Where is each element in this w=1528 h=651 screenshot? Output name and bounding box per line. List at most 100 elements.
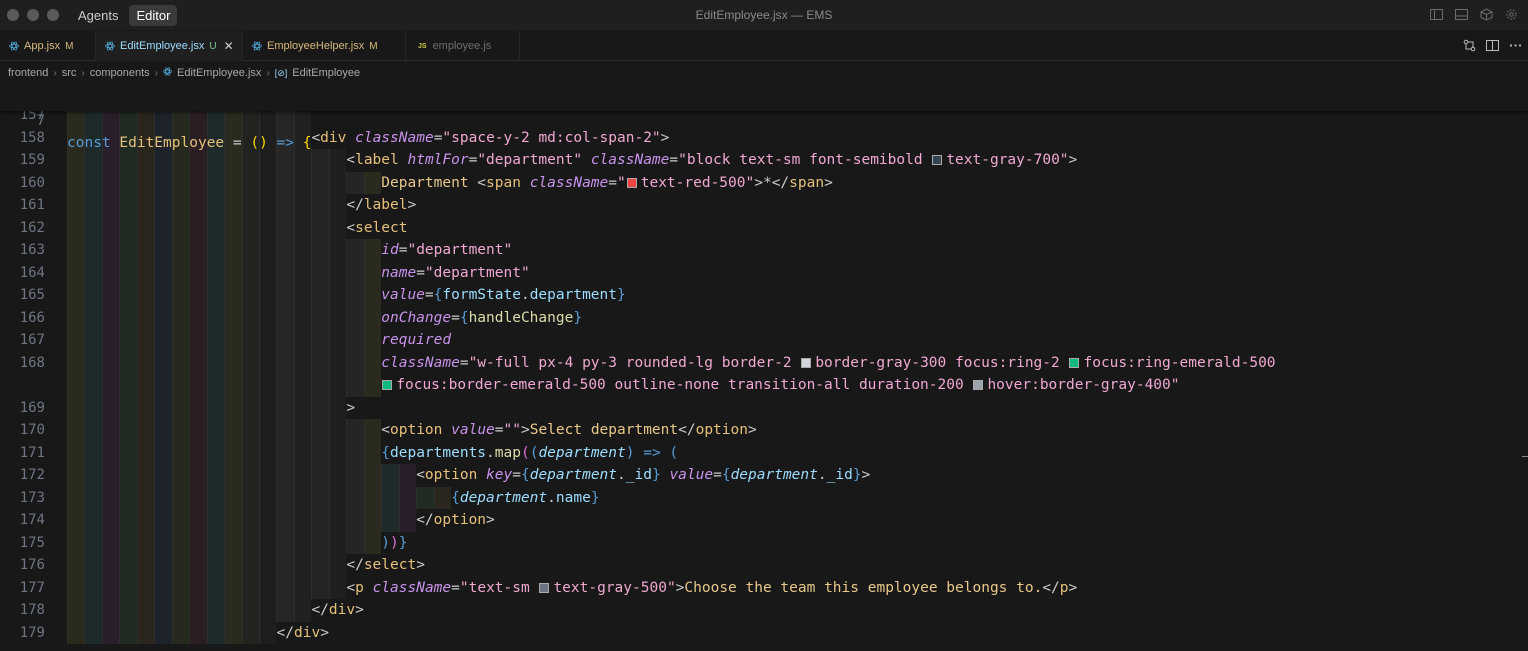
indent-guides — [67, 396, 347, 419]
editor-mode-button[interactable]: Editor — [129, 4, 178, 26]
layout-controls — [1430, 8, 1518, 21]
toggle-sidebar-icon[interactable] — [1430, 8, 1443, 21]
code-editor[interactable]: 7 const EditEmployee = () => { 157 158 <di… — [0, 86, 1528, 651]
settings-gear-icon[interactable] — [1505, 8, 1518, 21]
code-line[interactable]: 172 <option key={department._id} value={d… — [0, 464, 1528, 487]
color-swatch[interactable] — [539, 582, 550, 593]
tab-employee-js[interactable]: JS employee.js — [406, 31, 520, 61]
line-number: 167 — [19, 332, 45, 348]
breadcrumb-item[interactable]: components — [90, 67, 150, 79]
code-line[interactable]: 169 > — [0, 396, 1528, 419]
indent-guides — [67, 554, 347, 577]
color-swatch[interactable] — [973, 380, 984, 390]
code-text: id="department" — [381, 242, 513, 258]
indent-guides — [67, 419, 382, 442]
code-text: onChange={handleChange} — [381, 309, 583, 326]
color-swatch[interactable] — [382, 380, 393, 390]
code-text: <select — [346, 219, 408, 236]
indent-guides — [67, 441, 382, 464]
more-actions-icon[interactable] — [1509, 39, 1522, 52]
code-line[interactable]: 170 <option value="">Select department</o… — [0, 419, 1528, 442]
tab-label: App.jsx — [24, 40, 61, 52]
split-editor-icon[interactable] — [1486, 39, 1499, 52]
code-line[interactable]: 178 </div> — [0, 599, 1528, 622]
compare-changes-icon[interactable] — [1463, 39, 1476, 52]
line-number: 174 — [19, 512, 45, 528]
indent-guides — [67, 531, 382, 554]
breadcrumb-item[interactable]: src — [62, 67, 77, 79]
code-line[interactable]: 160 Department <span className=" text-red-… — [0, 171, 1528, 194]
code-text: </select> — [346, 557, 425, 573]
code-line[interactable]: focus:border-emerald-500 outline-none tr… — [0, 374, 1528, 397]
code-text: <option value="">Select department</opti… — [381, 422, 757, 438]
indent-guides — [67, 486, 451, 509]
indent-guides — [67, 329, 382, 352]
react-icon — [104, 41, 115, 52]
tab-edit-employee-jsx[interactable]: EditEmployee.jsx U ✕ — [96, 31, 243, 61]
sticky-scroll-header[interactable]: 7 const EditEmployee = () => { — [0, 86, 1528, 151]
react-icon — [163, 67, 172, 79]
code-line[interactable]: 162 <select — [0, 216, 1528, 239]
code-text: </div> — [311, 602, 364, 618]
scrollbar-marker — [1522, 456, 1528, 457]
color-swatch[interactable] — [1069, 357, 1080, 368]
line-number: 163 — [19, 242, 45, 258]
line-number: 170 — [19, 422, 45, 438]
code-line[interactable]: 171 {departments.map((department) => ( — [0, 441, 1528, 464]
code-line[interactable]: 164 name="department" — [0, 261, 1528, 284]
code-text: Department <span className=" text-red-500… — [381, 174, 833, 191]
chevron-right-icon: › — [81, 67, 85, 79]
code-line[interactable]: 174 </option> — [0, 509, 1528, 532]
close-window-button[interactable] — [7, 9, 19, 21]
code-text: required — [381, 332, 452, 348]
code-text: <div className="space-y-2 md:col-span-2"… — [311, 129, 670, 146]
editor-tab-bar: App.jsx M EditEmployee.jsx U ✕ EmployeeH… — [0, 31, 1528, 61]
zoom-window-button[interactable] — [47, 9, 59, 21]
code-text: value={formState.department} — [381, 287, 626, 303]
code-line[interactable]: 161 </label> — [0, 194, 1528, 217]
code-line[interactable]: 165 value={formState.department} — [0, 284, 1528, 307]
code-line[interactable]: 168 className="w-full px-4 py-3 rounded-l… — [0, 351, 1528, 374]
modified-badge: M — [65, 40, 74, 52]
code-text: focus:border-emerald-500 outline-none tr… — [381, 374, 1180, 397]
line-number: 162 — [19, 219, 45, 236]
code-text: > — [346, 399, 356, 416]
code-line[interactable]: 167 required — [0, 329, 1528, 352]
breadcrumb-item[interactable]: frontend — [8, 67, 48, 79]
color-swatch[interactable] — [801, 357, 812, 368]
line-number: 171 — [19, 444, 45, 461]
indent-guides — [67, 261, 382, 284]
react-icon — [8, 41, 19, 52]
code-line[interactable]: 179 </div> — [0, 621, 1528, 644]
code-text: <p className="text-sm text-gray-500">Cho… — [346, 579, 1078, 596]
code-line[interactable]: 163 id="department" — [0, 239, 1528, 262]
indent-guides — [67, 216, 347, 239]
code-text: </label> — [346, 197, 417, 213]
code-text: {departments.map((department) => ( — [381, 444, 679, 461]
color-swatch[interactable] — [932, 155, 943, 165]
code-line[interactable]: 173 {department.name} — [0, 486, 1528, 509]
agents-mode-button[interactable]: Agents — [71, 5, 125, 26]
code-line[interactable]: 166 onChange={handleChange} — [0, 306, 1528, 329]
code-line[interactable]: 176 </select> — [0, 554, 1528, 577]
cube-icon[interactable] — [1480, 8, 1493, 21]
close-tab-icon[interactable]: ✕ — [224, 39, 234, 53]
code-line[interactable]: 177 <p className="text-sm text-gray-500">… — [0, 576, 1528, 599]
line-number: 7 — [36, 112, 45, 129]
breadcrumb-item[interactable]: EditEmployee — [292, 67, 360, 79]
tab-app-jsx[interactable]: App.jsx M — [0, 31, 96, 61]
title-bar: Agents Editor EditEmployee.jsx — EMS — [0, 0, 1528, 30]
line-number: 177 — [19, 579, 45, 596]
line-number: 176 — [19, 557, 45, 573]
code-line[interactable]: 175))} — [0, 531, 1528, 554]
minimize-window-button[interactable] — [27, 9, 39, 21]
line-number: 161 — [19, 197, 45, 213]
color-swatch[interactable] — [626, 177, 637, 188]
editor-actions — [1463, 39, 1522, 52]
breadcrumb-item[interactable]: EditEmployee.jsx — [177, 67, 261, 79]
toggle-panel-icon[interactable] — [1455, 8, 1468, 21]
indent-guides — [67, 576, 347, 599]
tab-employee-helper-jsx[interactable]: EmployeeHelper.jsx M — [243, 31, 406, 61]
indent-guides — [67, 239, 382, 262]
code-text: className="w-full px-4 py-3 rounded-lg b… — [381, 354, 1276, 371]
